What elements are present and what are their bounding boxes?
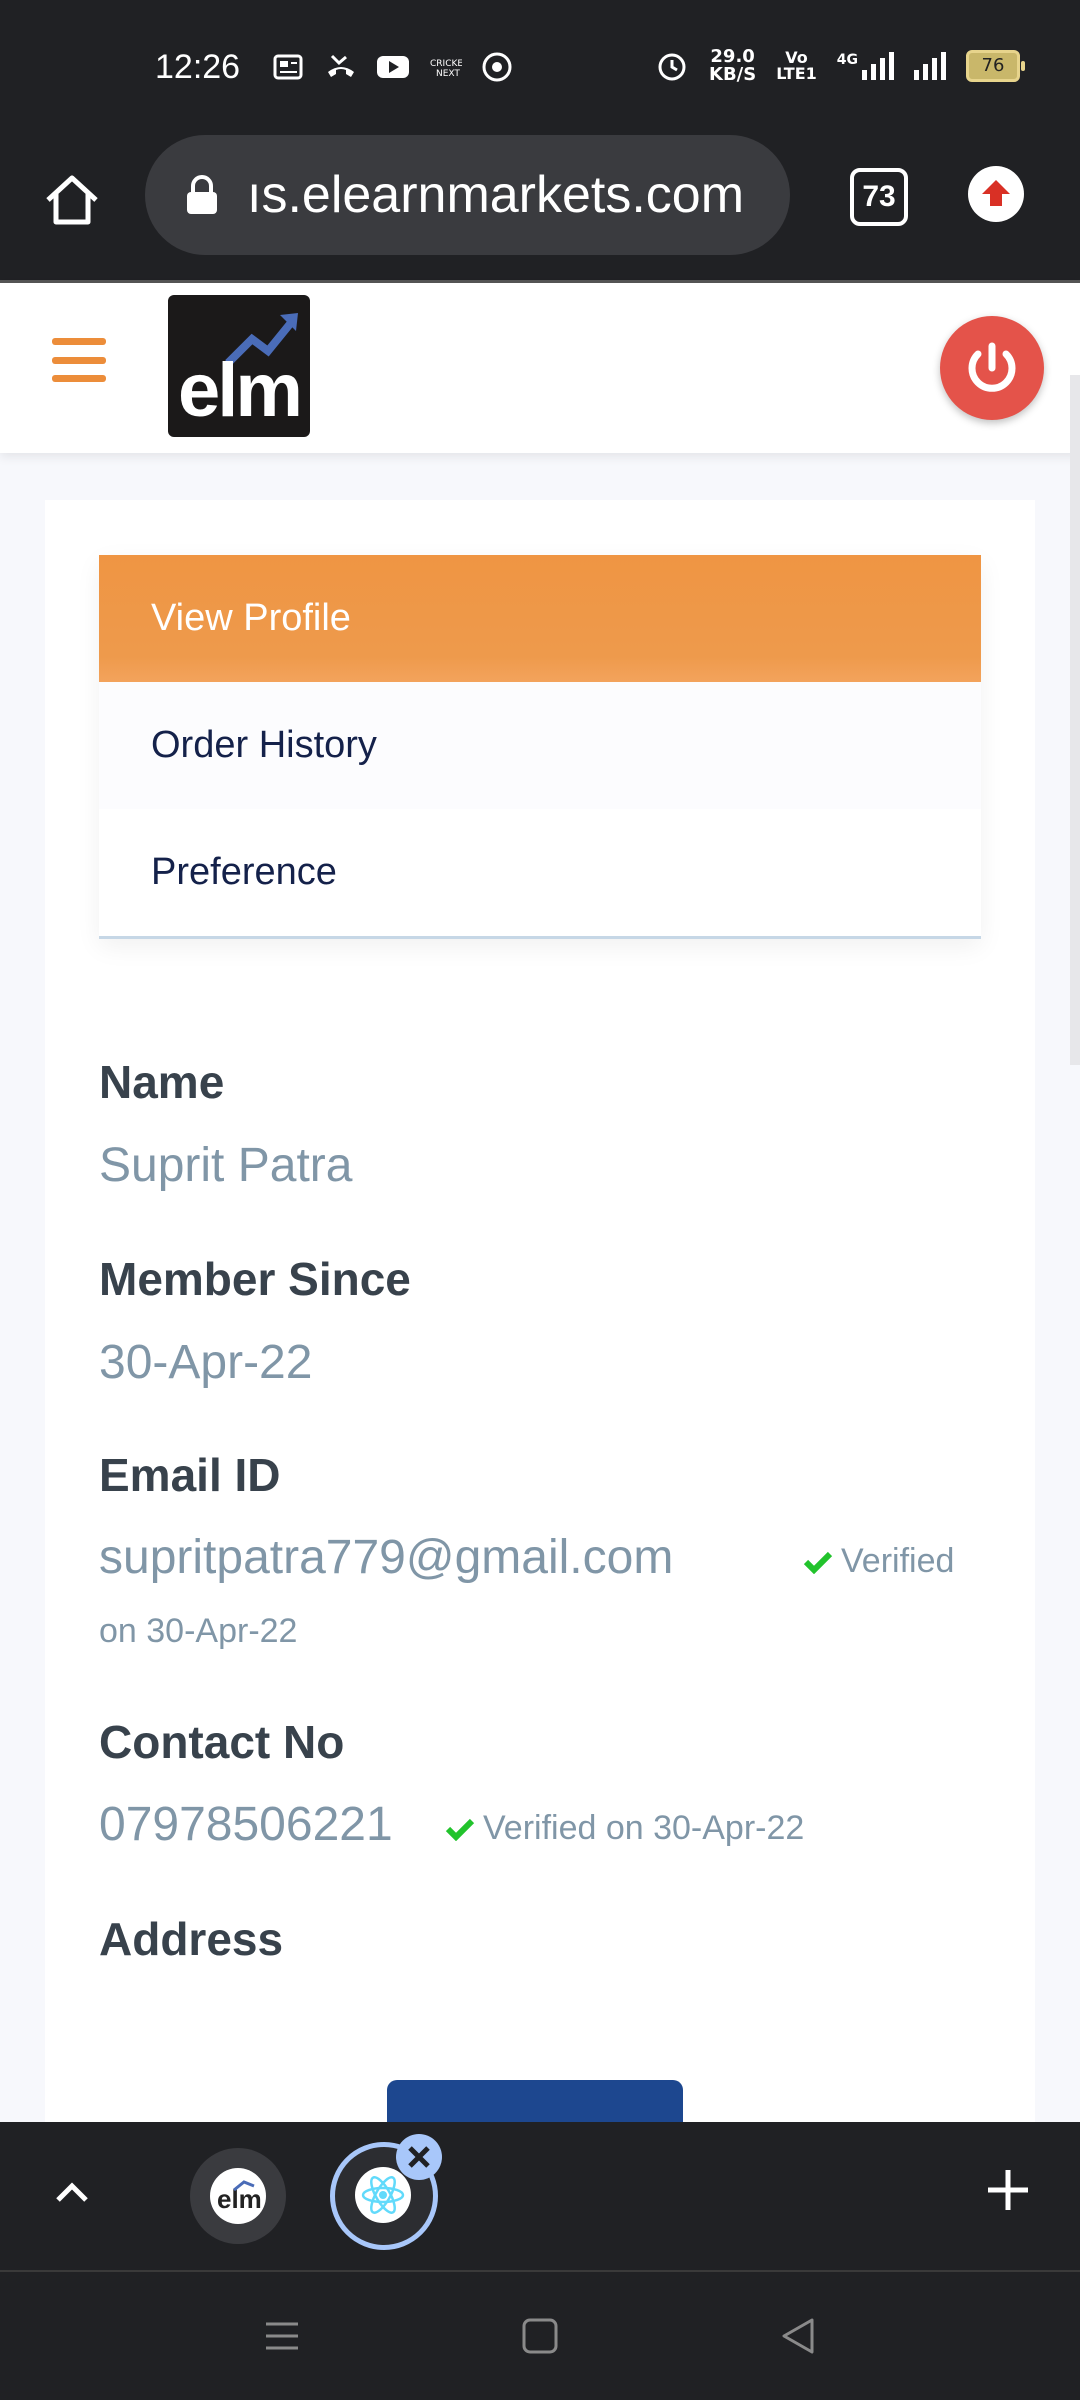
contact-label: Contact No — [99, 1716, 345, 1768]
elm-logo[interactable]: elm — [168, 295, 310, 437]
profile-card: View Profile Order History Preference Na… — [45, 500, 1035, 2400]
address-label: Address — [99, 1913, 284, 1965]
contact-value: 07978506221 — [99, 1798, 393, 1851]
member-since-value: 30-Apr-22 — [99, 1336, 313, 1389]
menu-preference[interactable]: Preference — [99, 809, 981, 936]
news-icon — [273, 54, 303, 80]
menu-view-profile[interactable]: View Profile — [99, 555, 981, 682]
email-verified-text: Verified — [841, 1542, 955, 1580]
menu-order-history[interactable]: Order History — [99, 682, 981, 809]
network-speed: 29.0 KB/S — [709, 48, 756, 84]
email-verified-date: on 30-Apr-22 — [99, 1612, 298, 1650]
tab-switcher-button[interactable]: 73 — [850, 168, 908, 226]
close-tab-button[interactable] — [396, 2134, 442, 2180]
notification-icons: CRICKETNEXT — [272, 52, 514, 82]
contact-verified-text: Verified on 30-Apr-22 — [483, 1809, 805, 1847]
back-icon[interactable] — [776, 2314, 820, 2358]
net-speed-unit: KB/S — [709, 64, 757, 85]
contact-verified-badge: Verified on 30-Apr-22 — [445, 1809, 804, 1848]
clock: 12:26 — [155, 48, 241, 86]
email-value: supritpatra779@gmail.com — [99, 1531, 674, 1584]
check-icon — [445, 1818, 475, 1841]
system-nav-bar — [0, 2272, 1080, 2400]
new-tab-plus-icon[interactable] — [984, 2166, 1032, 2214]
email-label: Email ID — [99, 1449, 281, 1501]
menu-icon[interactable] — [260, 2314, 304, 2358]
logout-button[interactable] — [940, 316, 1044, 420]
url-text[interactable]: ıs.elearnmarkets.com — [247, 165, 787, 225]
name-value: Suprit Patra — [99, 1139, 353, 1192]
battery-indicator: 76 — [966, 50, 1025, 82]
close-icon — [408, 2146, 430, 2168]
browser-toolbar: ıs.elearnmarkets.com 73 — [0, 130, 1080, 283]
network-type: 4G — [836, 52, 858, 68]
volte-indicator: Vo LTE1 — [776, 50, 817, 82]
missed-call-icon — [328, 54, 354, 77]
name-label: Name — [99, 1056, 225, 1108]
logo-text: elm — [178, 348, 303, 433]
url-bar[interactable]: ıs.elearnmarkets.com — [145, 135, 790, 255]
chrome-icon — [482, 52, 512, 82]
signal-icon: 4G — [837, 52, 894, 80]
cricket-next-icon: CRICKETNEXT — [430, 59, 462, 79]
home-icon[interactable] — [40, 168, 104, 232]
volte-bottom: LTE1 — [776, 64, 817, 83]
signal-icon — [914, 52, 946, 80]
chevron-up-icon[interactable] — [52, 2172, 92, 2212]
chrome-update-button[interactable] — [968, 166, 1024, 222]
home-square-icon[interactable] — [518, 2314, 562, 2358]
svg-text:NEXT: NEXT — [436, 69, 460, 79]
hamburger-menu-icon[interactable] — [52, 338, 106, 382]
check-icon — [803, 1551, 833, 1574]
site-header: elm — [0, 283, 1080, 453]
email-verified-badge: Verified — [803, 1542, 954, 1581]
svg-text:elm: elm — [217, 2184, 262, 2214]
tab-strip: elm — [0, 2122, 1080, 2272]
account-menu: View Profile Order History Preference — [99, 555, 981, 939]
youtube-icon — [377, 56, 409, 78]
member-since-label: Member Since — [99, 1253, 411, 1305]
elm-favicon-icon: elm — [210, 2168, 266, 2224]
system-indicators: 29.0 KB/S Vo LTE1 4G 76 — [655, 48, 1025, 84]
svg-text:CRICKET: CRICKET — [430, 59, 462, 69]
power-icon — [968, 342, 1016, 392]
status-bar: 12:26 CRICKETNEXT 29.0 KB/S Vo LTE1 4G 7… — [0, 0, 1080, 130]
lock-icon — [187, 175, 217, 214]
tab-elm[interactable]: elm — [190, 2148, 286, 2244]
scrollbar[interactable] — [1070, 375, 1080, 1065]
arrow-up-icon — [982, 180, 1010, 206]
alarm-icon — [658, 53, 686, 81]
